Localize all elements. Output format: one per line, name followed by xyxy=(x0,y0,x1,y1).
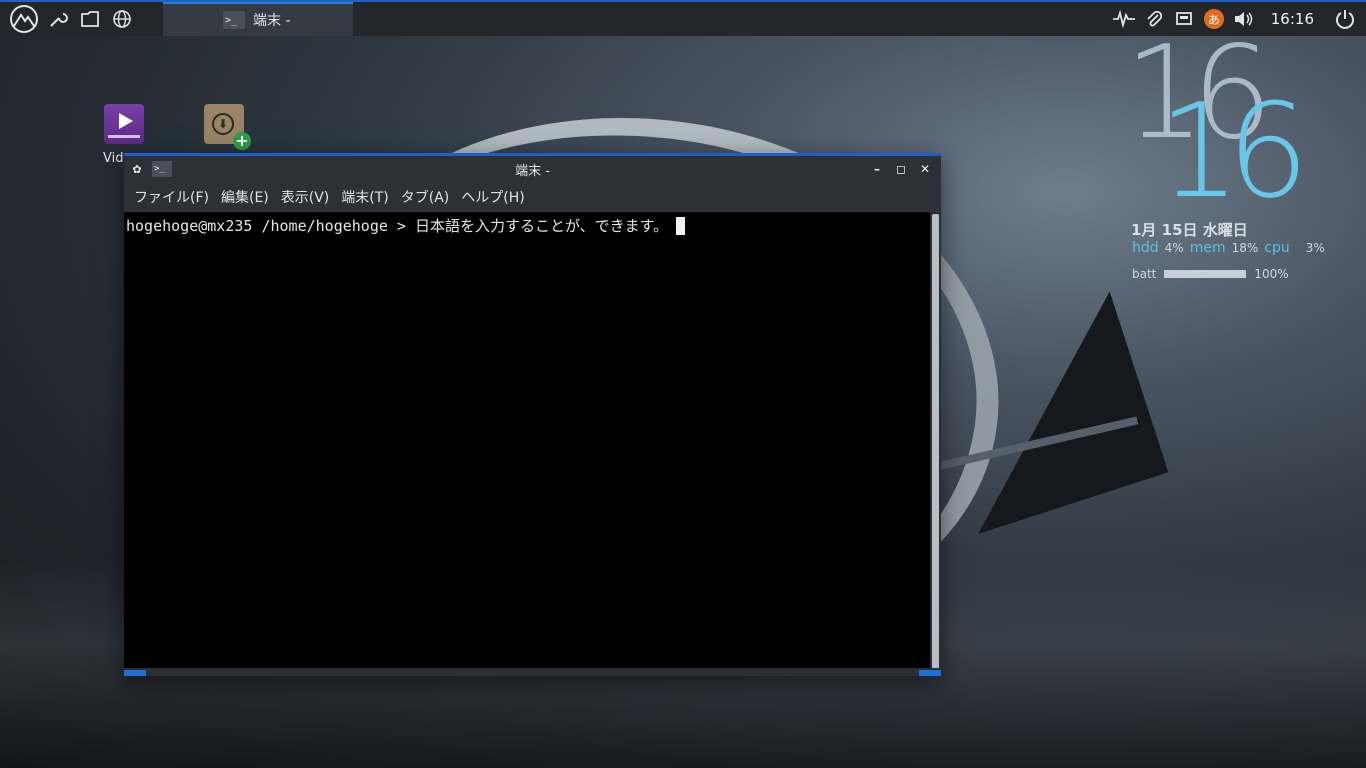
close-icon[interactable]: ✕ xyxy=(915,159,935,179)
conky-hdd-value: 4% xyxy=(1164,241,1184,255)
terminal-app-icon: >_ xyxy=(223,11,245,29)
conky-mem-label: mem xyxy=(1189,240,1226,256)
conky-date: 1月 15日 水曜日 xyxy=(1131,221,1248,239)
conky-minute: 16 xyxy=(1158,75,1309,227)
taskbar-terminal-label: 端末 - xyxy=(253,13,291,29)
terminal-cursor xyxy=(676,216,686,235)
panel-clock[interactable]: 16:16 xyxy=(1271,10,1314,28)
file-manager-folder-icon[interactable] xyxy=(74,3,106,35)
conky-batt-value: 100% xyxy=(1254,267,1289,281)
desktop-video-player-icon[interactable] xyxy=(104,104,144,144)
terminal-menubar: ファイル(F) 編集(E) 表示(V) 端末(T) タブ(A) ヘルプ(H) xyxy=(124,182,941,212)
settings-wrench-icon[interactable] xyxy=(42,3,74,35)
menu-terminal[interactable]: 端末(T) xyxy=(335,187,394,207)
conky-batt-label: batt xyxy=(1132,267,1157,281)
menu-file[interactable]: ファイル(F) xyxy=(128,187,215,207)
window-menu-gear-icon[interactable]: ✿ xyxy=(130,163,144,176)
menu-edit[interactable]: 編集(E) xyxy=(215,187,275,207)
conky-hdd-label: hdd xyxy=(1132,240,1159,256)
terminal-scroll-thumb[interactable] xyxy=(932,214,939,669)
resize-handle-right[interactable] xyxy=(919,670,941,676)
terminal-output[interactable]: hogehoge@mx235 /home/hogehoge > 日本語を入力する… xyxy=(124,212,930,671)
minimize-icon[interactable]: – xyxy=(867,159,887,179)
terminal-titlebar[interactable]: ✿ >_ 端末 - – ◻ ✕ xyxy=(124,156,941,182)
conky-mem-value: 18% xyxy=(1231,241,1259,255)
terminal-prompt-line: hogehoge@mx235 /home/hogehoge > 日本語を入力する… xyxy=(126,215,686,236)
conky-cpu-value: 3% xyxy=(1305,241,1325,255)
menu-tabs[interactable]: タブ(A) xyxy=(395,187,456,207)
web-browser-globe-icon[interactable] xyxy=(106,3,138,35)
app-menu-logo-icon[interactable] xyxy=(6,3,42,35)
conky-batt-fill xyxy=(1164,270,1247,278)
window-bottom-border[interactable] xyxy=(124,668,941,676)
conky-stats: hdd 4% mem 18% cpu 3% xyxy=(1132,240,1325,256)
terminal-window-icon: >_ xyxy=(152,161,172,177)
maximize-icon[interactable]: ◻ xyxy=(891,159,911,179)
taskbar-terminal-button[interactable]: >_ 端末 - xyxy=(163,2,353,36)
desktop-video-label[interactable]: Vid xyxy=(103,151,123,166)
conky-cpu-label: cpu xyxy=(1264,240,1290,256)
resize-handle-left[interactable] xyxy=(124,670,146,676)
desktop-package-installer-icon[interactable]: ⬇ + xyxy=(204,104,251,150)
terminal-scrollbar[interactable] xyxy=(930,212,941,671)
conky-batt-bar xyxy=(1164,270,1247,278)
conky-battery: batt 100% xyxy=(1132,267,1289,281)
menu-help[interactable]: ヘルプ(H) xyxy=(455,187,530,207)
terminal-line-text: hogehoge@mx235 /home/hogehoge > 日本語を入力する… xyxy=(126,217,669,235)
menu-view[interactable]: 表示(V) xyxy=(275,187,336,207)
terminal-title: 端末 - xyxy=(515,163,550,179)
terminal-window: ✿ >_ 端末 - – ◻ ✕ ファイル(F) 編集(E) 表示(V) 端末(T… xyxy=(124,153,941,676)
power-icon[interactable] xyxy=(1330,3,1360,35)
wallpaper-edge xyxy=(931,416,1139,472)
